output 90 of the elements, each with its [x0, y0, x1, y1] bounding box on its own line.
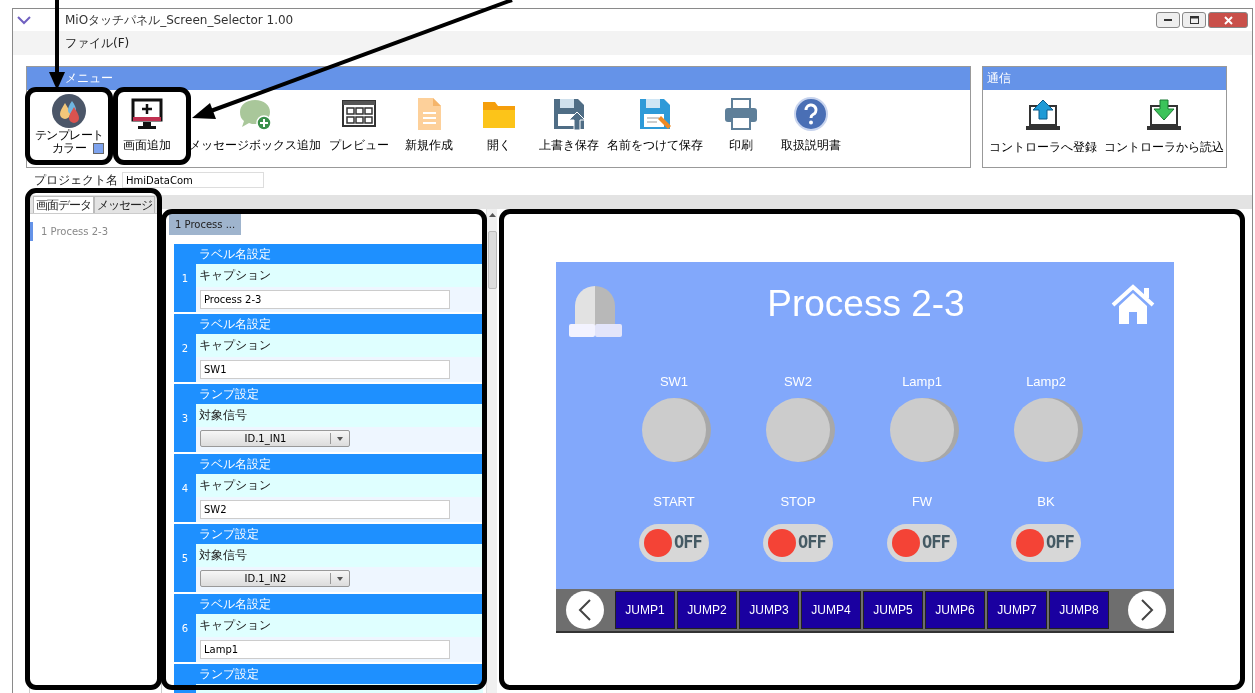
- panel-tab[interactable]: 画面データ: [33, 196, 94, 213]
- jump-button[interactable]: JUMP4: [801, 591, 861, 629]
- palette-icon: [51, 93, 87, 129]
- chevron-right-icon: [1140, 598, 1154, 622]
- lamp-label: Lamp2: [1026, 373, 1066, 391]
- toolbar-button[interactable]: 上書き保存: [534, 96, 604, 155]
- screen-title: Process 2-3: [766, 285, 966, 323]
- chevron-left-icon: [578, 598, 592, 622]
- toolbar-button[interactable]: 名前をつけて保存: [604, 96, 706, 155]
- panel-title: メニュー: [27, 67, 970, 90]
- monitor-add-icon: [129, 96, 165, 132]
- row-number: 5: [174, 524, 196, 592]
- toggle-switch[interactable]: OFF: [1011, 524, 1081, 562]
- editor-tab[interactable]: 1 Process ...: [169, 214, 242, 235]
- toggle-switch[interactable]: OFF: [887, 524, 957, 562]
- signal-dropdown[interactable]: ID.1_IN2: [200, 570, 350, 587]
- maximize-icon: [1189, 16, 1199, 24]
- window-title: MiOタッチパネル_Screen_Selector 1.00: [65, 12, 294, 29]
- switch-label: STOP: [780, 492, 816, 511]
- scroll-thumb[interactable]: [487, 231, 497, 289]
- scrollbar[interactable]: [486, 209, 497, 693]
- minimize-icon: [1164, 18, 1172, 22]
- close-button[interactable]: [1208, 12, 1248, 28]
- jump-button[interactable]: JUMP5: [863, 591, 923, 629]
- toolbar-button[interactable]: 印刷: [706, 96, 776, 155]
- toolbar-button[interactable]: 画面追加: [108, 96, 186, 155]
- maximize-button[interactable]: [1182, 12, 1206, 28]
- jump-button[interactable]: JUMP7: [987, 591, 1047, 629]
- switch-label: START: [653, 492, 695, 511]
- row-number: 2: [174, 314, 196, 382]
- signal-dropdown[interactable]: ID.1_IN1: [200, 430, 350, 447]
- toolbar-button[interactable]: コントローラへ登録: [987, 98, 1099, 155]
- jump-button[interactable]: JUMP2: [677, 591, 737, 629]
- floppy-pencil-icon: [637, 96, 673, 132]
- field-label: キャプション: [196, 334, 483, 357]
- lamp-label: SW2: [783, 373, 813, 391]
- row-number: 6: [174, 594, 196, 662]
- minimize-button[interactable]: [1156, 12, 1180, 28]
- toolbar-button[interactable]: 開く: [464, 96, 534, 155]
- color-swatch[interactable]: [93, 143, 104, 154]
- project-name-label: プロジェクト名: [34, 172, 118, 189]
- lamp-label: SW1: [659, 373, 689, 391]
- section-header: ラベル名設定: [196, 314, 483, 334]
- toolbar-button[interactable]: 取扱説明書: [776, 96, 846, 155]
- next-button[interactable]: [1128, 591, 1166, 629]
- field-label: 対象信号: [196, 404, 483, 427]
- app-icon: [17, 15, 31, 25]
- caption-field[interactable]: SW1: [200, 360, 450, 379]
- jump-button[interactable]: JUMP1: [615, 591, 675, 629]
- toggle-switch[interactable]: OFF: [763, 524, 833, 562]
- scroll-up-icon: [488, 213, 496, 217]
- menu-item[interactable]: ファイル(F): [63, 34, 132, 52]
- switch-label: FW: [911, 492, 933, 511]
- section-header: ランプ設定: [196, 524, 483, 544]
- panel-tab[interactable]: メッセージ: [94, 196, 155, 213]
- caption-field[interactable]: SW2: [200, 500, 450, 519]
- section-header: ランプ設定: [196, 384, 483, 404]
- section-header: ラベル名設定: [196, 594, 483, 614]
- toolbar-button[interactable]: コントローラから読込: [1102, 98, 1226, 155]
- field-label: 対象信号: [196, 544, 483, 567]
- printer-icon: [723, 96, 759, 132]
- section-header: ラベル名設定: [196, 454, 483, 474]
- toggle-switch[interactable]: OFF: [639, 524, 709, 562]
- floppy-upload-icon: [551, 96, 587, 132]
- jump-button[interactable]: JUMP8: [1049, 591, 1109, 629]
- beacon-icon: [569, 284, 622, 339]
- toolbar-button[interactable]: テンプレートカラー: [30, 96, 108, 155]
- row-number: 3: [174, 384, 196, 452]
- home-icon: [1110, 284, 1156, 326]
- jump-button[interactable]: JUMP3: [739, 591, 799, 629]
- project-name-field[interactable]: HmiDataCom: [122, 172, 264, 188]
- caption-field[interactable]: Process 2-3: [200, 290, 450, 309]
- field-label: キャプション: [196, 264, 483, 287]
- field-label: キャプション: [196, 474, 483, 497]
- lamp-label: Lamp1: [902, 373, 942, 391]
- jump-button[interactable]: JUMP6: [925, 591, 985, 629]
- row-number: 1: [174, 244, 196, 312]
- toolbar-button[interactable]: 新規作成: [394, 96, 464, 155]
- section-header: ラベル名設定: [196, 244, 483, 264]
- help-icon: [793, 96, 829, 132]
- panel-title: 通信: [983, 67, 1226, 90]
- toolbar-button[interactable]: プレビュー: [324, 96, 394, 155]
- previous-button[interactable]: [566, 591, 604, 629]
- caption-field[interactable]: Lamp1: [200, 640, 450, 659]
- field-label: キャプション: [196, 614, 483, 637]
- close-icon: [1223, 15, 1233, 25]
- switch-label: BK: [1037, 492, 1055, 511]
- screen-list-item[interactable]: 1 Process 2-3: [30, 222, 161, 241]
- section-header: ランプ設定: [196, 664, 483, 684]
- row-number: 4: [174, 454, 196, 522]
